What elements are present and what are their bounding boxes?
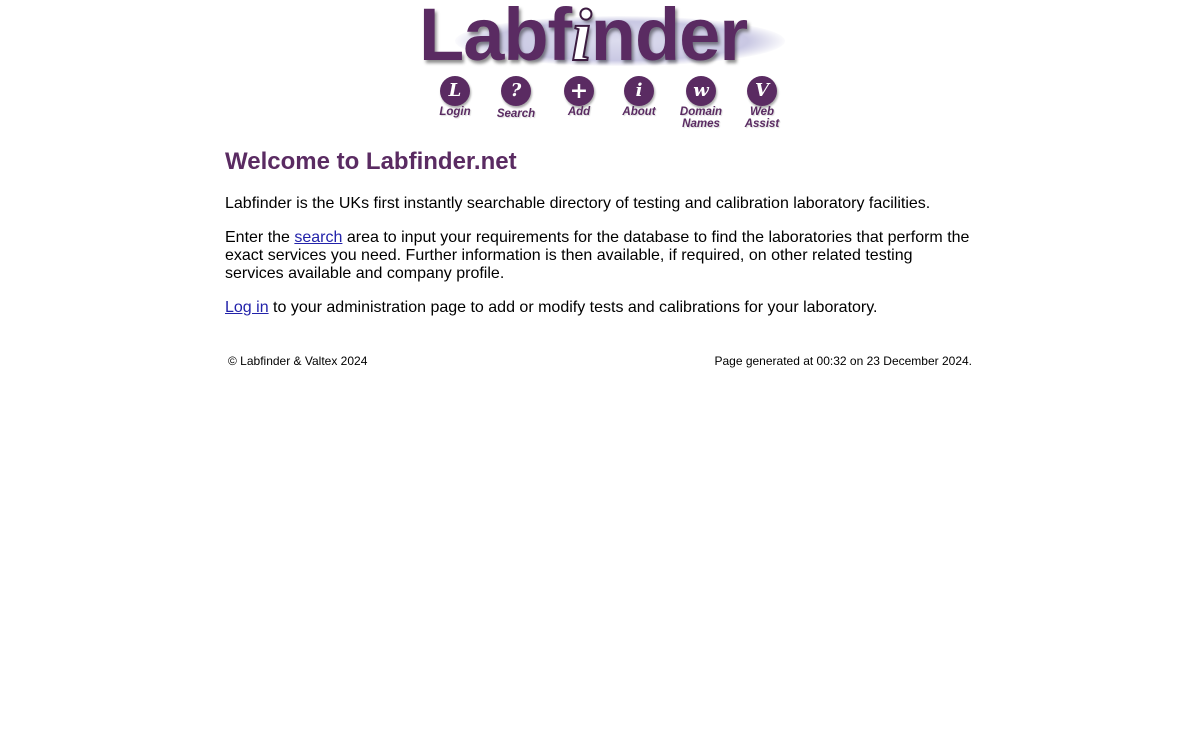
search-link[interactable]: search (294, 229, 342, 246)
nav-domain-names-label-line1[interactable]: Domain (673, 106, 729, 118)
nav-search-label[interactable]: Search (488, 108, 544, 120)
about-icon[interactable]: i (624, 76, 654, 106)
main-nav: L Login ? Search + Add i About w Domain … (425, 76, 785, 136)
labfinder-logo[interactable]: Labfinder (415, 0, 795, 84)
site-header: Labfinder L Login ? Search + Add i About… (415, 0, 795, 136)
logo-text: Labfinder (419, 0, 748, 79)
search-icon[interactable]: ? (501, 76, 531, 106)
nav-login-label[interactable]: Login (427, 106, 483, 118)
nav-search[interactable]: ? Search (488, 76, 544, 120)
page-generated-text: Page generated at 00:32 on 23 December 2… (714, 354, 972, 368)
login-paragraph-text-after: to your administration page to add or mo… (268, 299, 878, 316)
search-paragraph: Enter the search area to input your requ… (225, 229, 975, 283)
logo-text-before: Labf (419, 0, 572, 76)
nav-web-assist-label-line1[interactable]: Web (734, 106, 790, 118)
logo-text-after: nder (590, 0, 748, 76)
copyright-text: © Labfinder & Valtex 2024 (228, 354, 368, 368)
nav-about-label[interactable]: About (611, 106, 667, 118)
search-paragraph-text-before: Enter the (225, 229, 295, 246)
nav-domain-names-label-line2[interactable]: Names (673, 118, 729, 130)
web-assist-icon[interactable]: V (747, 76, 777, 106)
login-paragraph: Log in to your administration page to ad… (225, 299, 975, 317)
nav-add-label[interactable]: Add (551, 106, 607, 118)
nav-about[interactable]: i About (611, 76, 667, 118)
domain-names-icon[interactable]: w (686, 76, 716, 106)
logo-text-i: i (570, 0, 592, 78)
nav-web-assist-label-line2[interactable]: Assist (734, 118, 790, 130)
nav-add[interactable]: + Add (551, 76, 607, 118)
login-icon[interactable]: L (440, 76, 470, 106)
main-content: Welcome to Labfinder.net Labfinder is th… (225, 145, 975, 317)
page-title: Welcome to Labfinder.net (225, 148, 517, 175)
nav-login[interactable]: L Login (427, 76, 483, 118)
add-icon[interactable]: + (564, 76, 594, 106)
intro-paragraph: Labfinder is the UKs first instantly sea… (225, 195, 931, 212)
login-link[interactable]: Log in (225, 299, 269, 316)
nav-web-assist[interactable]: V Web Assist (734, 76, 790, 130)
nav-domain-names[interactable]: w Domain Names (673, 76, 729, 130)
